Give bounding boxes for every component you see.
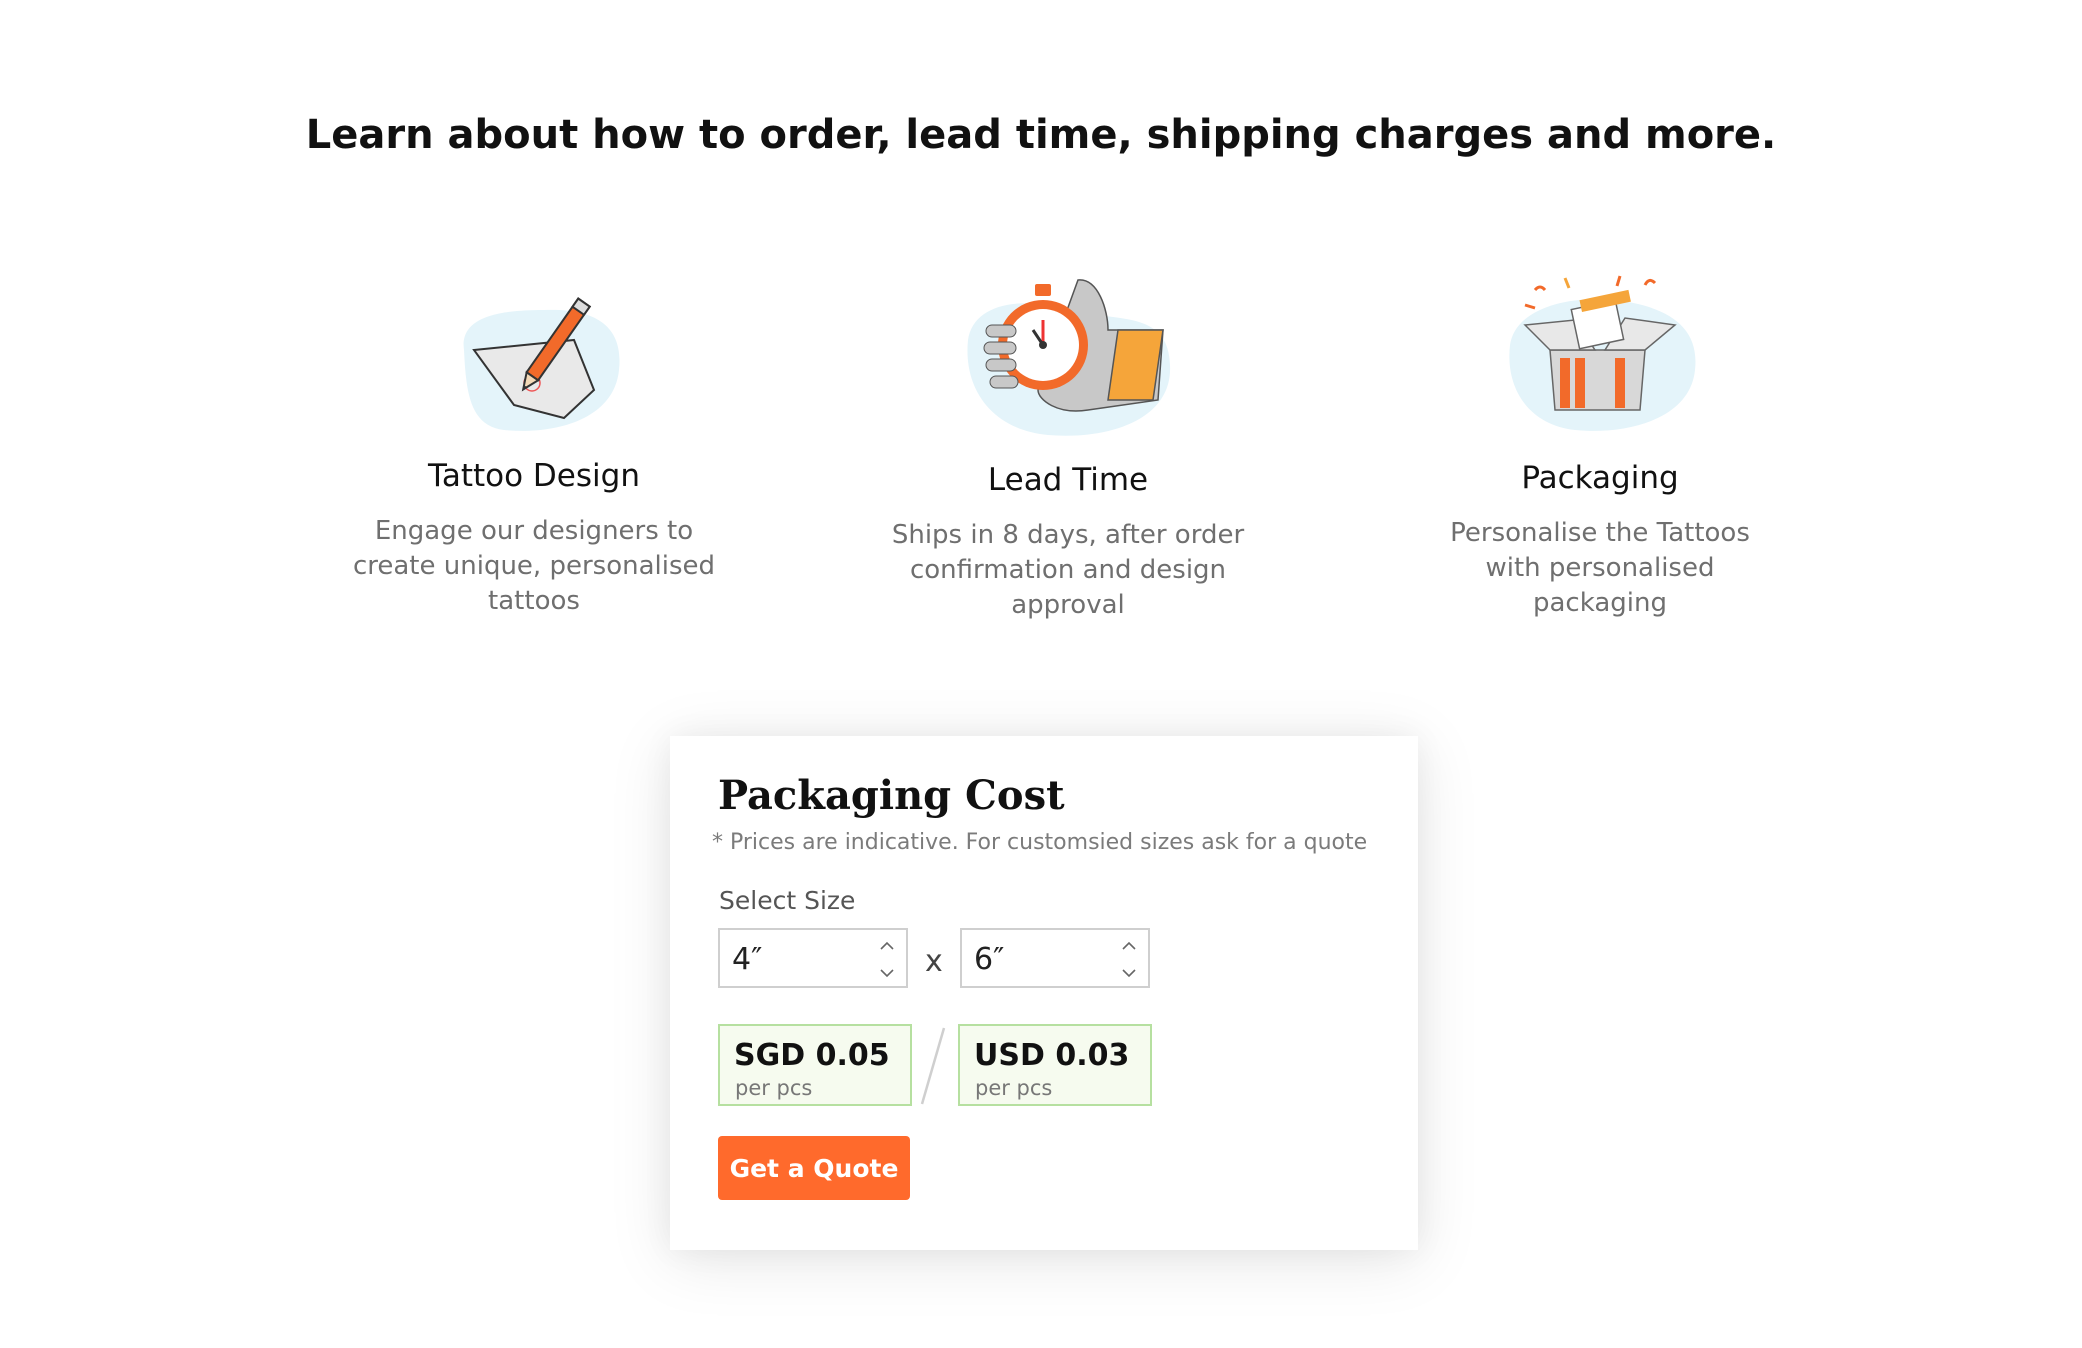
- feature-description: Ships in 8 days, after order confirmatio…: [878, 518, 1258, 623]
- width-stepper[interactable]: 4″: [718, 928, 908, 988]
- select-size-label: Select Size: [719, 886, 856, 915]
- stopwatch-hand-icon: [858, 270, 1278, 460]
- feature-description-line: create unique, personalised: [352, 551, 716, 581]
- feature-description-line: with personalised: [1485, 553, 1715, 583]
- page-headline: Learn about how to order, lead time, shi…: [305, 112, 1777, 158]
- usd-price: USD 0.03: [974, 1038, 1130, 1073]
- width-stepper-arrows: [876, 934, 898, 984]
- height-stepper[interactable]: 6″: [960, 928, 1150, 988]
- feature-description-line: packaging: [1533, 588, 1667, 618]
- feature-tattoo-design: Tattoo Design Engage our designers to cr…: [324, 270, 744, 619]
- usd-price-box: USD 0.03 per pcs: [958, 1024, 1152, 1106]
- feature-packaging: Packaging Personalise the Tattoos with p…: [1390, 270, 1810, 621]
- feature-title: Lead Time: [987, 462, 1149, 498]
- sgd-price-box: SGD 0.05 per pcs: [718, 1024, 912, 1106]
- height-value: 6″: [974, 942, 1005, 977]
- feature-description: Engage our designers to create unique, p…: [344, 514, 724, 619]
- feature-description-line: Personalise the Tattoos: [1450, 518, 1750, 548]
- feature-description: Personalise the Tattoos with personalise…: [1410, 516, 1790, 621]
- feature-title: Tattoo Design: [428, 458, 640, 494]
- feature-description-line: tattoos: [488, 586, 580, 616]
- page: Learn about how to order, lead time, shi…: [0, 0, 2082, 1348]
- price-unit: per pcs: [735, 1076, 813, 1100]
- slash-divider: [918, 1026, 948, 1110]
- chevron-down-icon[interactable]: [1118, 962, 1140, 984]
- gift-box-icon: [1390, 270, 1810, 460]
- chevron-up-icon[interactable]: [876, 934, 898, 956]
- sgd-price: SGD 0.05: [734, 1038, 890, 1073]
- pencil-paper-icon: [324, 270, 744, 460]
- chevron-up-icon[interactable]: [1118, 934, 1140, 956]
- dimension-separator: x: [925, 944, 943, 979]
- get-quote-button[interactable]: Get a Quote: [718, 1136, 910, 1200]
- height-stepper-arrows: [1118, 934, 1140, 984]
- packaging-cost-card: Packaging Cost * Prices are indicative. …: [670, 736, 1418, 1250]
- feature-title: Packaging: [1521, 460, 1679, 496]
- feature-description-line: Engage our designers to: [374, 516, 694, 546]
- feature-lead-time: Lead Time Ships in 8 days, after order c…: [858, 270, 1278, 623]
- feature-description-line: confirmation and design: [909, 555, 1227, 585]
- width-value: 4″: [732, 942, 763, 977]
- feature-description-line: approval: [1011, 590, 1125, 620]
- chevron-down-icon[interactable]: [876, 962, 898, 984]
- price-disclaimer: * Prices are indicative. For customsied …: [712, 830, 1368, 855]
- feature-description-line: Ships in 8 days, after order: [891, 520, 1245, 550]
- card-title: Packaging Cost: [718, 772, 1065, 819]
- price-unit: per pcs: [975, 1076, 1053, 1100]
